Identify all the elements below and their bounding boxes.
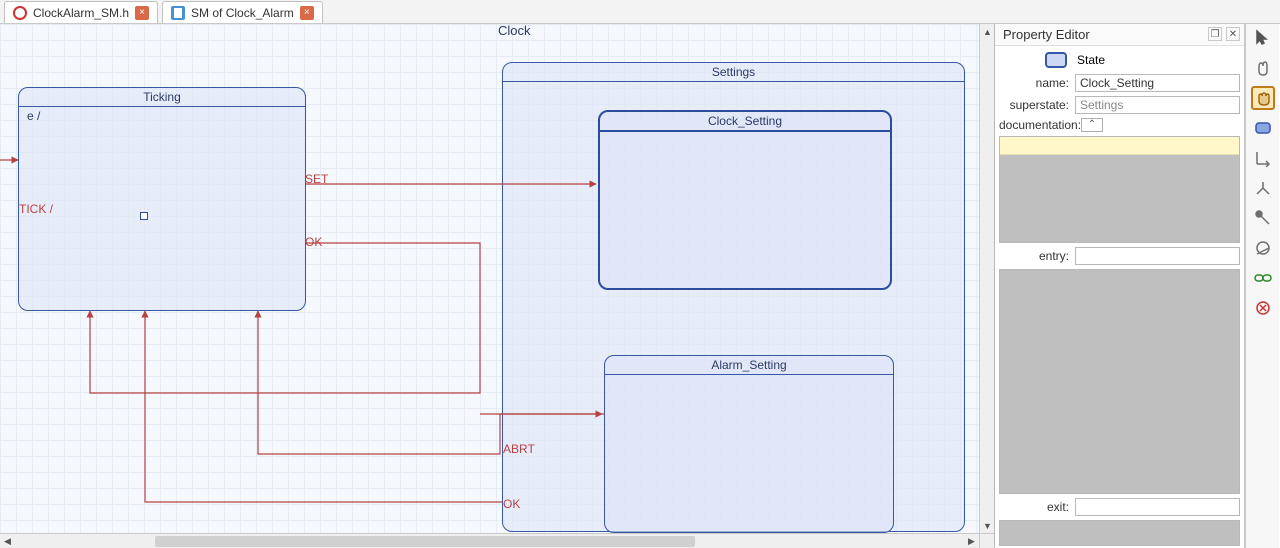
- state-settings-title: Settings: [503, 63, 964, 82]
- property-editor: Property Editor ❐ ✕ State name: supersta…: [995, 24, 1245, 548]
- choice-tool[interactable]: [1251, 206, 1275, 230]
- superstate-label: superstate:: [999, 98, 1071, 112]
- state-clock-setting[interactable]: Clock_Setting: [598, 110, 892, 290]
- transition-arrow-icon: [1254, 149, 1272, 167]
- transition-ok2-label: OK: [503, 497, 520, 511]
- documentation-line-highlight: [1000, 137, 1239, 155]
- tab-label: SM of Clock_Alarm: [191, 6, 294, 20]
- transition-tick-label: TICK /: [19, 202, 53, 216]
- pan-tool[interactable]: [1251, 56, 1275, 80]
- entry-field[interactable]: [1075, 247, 1240, 265]
- right-panels: Property Editor ❐ ✕ State name: supersta…: [995, 24, 1280, 548]
- documentation-row: documentation: ⌃: [995, 116, 1244, 134]
- type-label: State: [1077, 53, 1105, 67]
- tab-sm-clock-alarm[interactable]: SM of Clock_Alarm ×: [162, 1, 323, 23]
- exit-label: exit:: [999, 500, 1071, 514]
- main-area: Clock Ticking e / TICK / Settings Clock_…: [0, 24, 1280, 548]
- transition-tool[interactable]: [1251, 146, 1275, 170]
- tool-palette: [1245, 24, 1279, 548]
- state-rect-icon: [1254, 119, 1272, 137]
- history-tool[interactable]: [1251, 236, 1275, 260]
- entry-label: entry:: [999, 249, 1071, 263]
- entry-textarea[interactable]: [999, 269, 1240, 495]
- scroll-thumb-h[interactable]: [155, 536, 695, 547]
- horizontal-scrollbar[interactable]: ◀ ▶: [0, 533, 979, 548]
- statemachine-icon: [171, 6, 185, 20]
- state-clock-setting-title: Clock_Setting: [600, 112, 890, 132]
- select-tool[interactable]: [1251, 26, 1275, 50]
- history-circle-icon: [1254, 239, 1272, 257]
- documentation-label: documentation:: [999, 118, 1077, 132]
- entry-row: entry:: [995, 245, 1244, 267]
- delete-x-icon: [1254, 299, 1272, 317]
- close-icon[interactable]: ×: [135, 6, 149, 20]
- state-clock-title: Clock: [498, 24, 531, 38]
- scroll-up-icon[interactable]: ▲: [980, 24, 995, 39]
- scroll-right-icon[interactable]: ▶: [964, 534, 979, 548]
- transition-abrt-label: ABRT: [503, 442, 535, 456]
- transition-set-label: SET: [305, 172, 328, 186]
- superstate-field[interactable]: [1075, 96, 1240, 114]
- transition-ok-label: OK: [305, 235, 322, 249]
- grab-hand-icon: [1254, 89, 1272, 107]
- exit-row: exit:: [995, 496, 1244, 518]
- collapse-icon[interactable]: ⌃: [1081, 118, 1103, 132]
- self-transition-handle[interactable]: [140, 212, 148, 220]
- link-tool[interactable]: [1251, 266, 1275, 290]
- exit-textarea[interactable]: [999, 520, 1240, 546]
- state-ticking[interactable]: Ticking: [18, 87, 306, 311]
- scrollbar-corner: [979, 533, 994, 548]
- panel-title: Property Editor: [1003, 27, 1090, 42]
- state-ticking-title: Ticking: [19, 88, 305, 107]
- superstate-row: superstate:: [995, 94, 1244, 116]
- vertical-scrollbar[interactable]: ▲ ▼: [979, 24, 994, 533]
- grab-tool[interactable]: [1251, 86, 1275, 110]
- property-editor-header: Property Editor ❐ ✕: [995, 24, 1244, 46]
- initial-branch-icon: [1254, 179, 1272, 197]
- exit-field[interactable]: [1075, 498, 1240, 516]
- scroll-left-icon[interactable]: ◀: [0, 534, 15, 548]
- tab-strip: ClockAlarm_SM.h × SM of Clock_Alarm ×: [0, 0, 1280, 24]
- documentation-textarea[interactable]: [999, 136, 1240, 243]
- tab-label: ClockAlarm_SM.h: [33, 6, 129, 20]
- state-ticking-entry: e /: [27, 109, 40, 123]
- initial-tool[interactable]: [1251, 176, 1275, 200]
- state-chip-icon: [1045, 52, 1067, 68]
- name-label: name:: [999, 76, 1071, 90]
- delete-tool[interactable]: [1251, 296, 1275, 320]
- scroll-down-icon[interactable]: ▼: [980, 518, 995, 533]
- tab-clockalarm-h[interactable]: ClockAlarm_SM.h ×: [4, 1, 158, 23]
- cursor-icon: [1254, 29, 1272, 47]
- c-file-icon: [13, 6, 27, 20]
- state-alarm-setting[interactable]: Alarm_Setting: [604, 355, 894, 533]
- state-alarm-setting-title: Alarm_Setting: [605, 356, 893, 375]
- name-field[interactable]: [1075, 74, 1240, 92]
- name-row: name:: [995, 72, 1244, 94]
- diagram-canvas[interactable]: Clock Ticking e / TICK / Settings Clock_…: [0, 24, 980, 532]
- choice-point-icon: [1254, 209, 1272, 227]
- state-tool[interactable]: [1251, 116, 1275, 140]
- link-icon: [1254, 269, 1272, 287]
- close-icon[interactable]: ✕: [1226, 27, 1240, 41]
- open-hand-icon: [1254, 59, 1272, 77]
- type-row: State: [995, 46, 1244, 72]
- diagram-canvas-wrap: Clock Ticking e / TICK / Settings Clock_…: [0, 24, 995, 548]
- restore-icon[interactable]: ❐: [1208, 27, 1222, 41]
- close-icon[interactable]: ×: [300, 6, 314, 20]
